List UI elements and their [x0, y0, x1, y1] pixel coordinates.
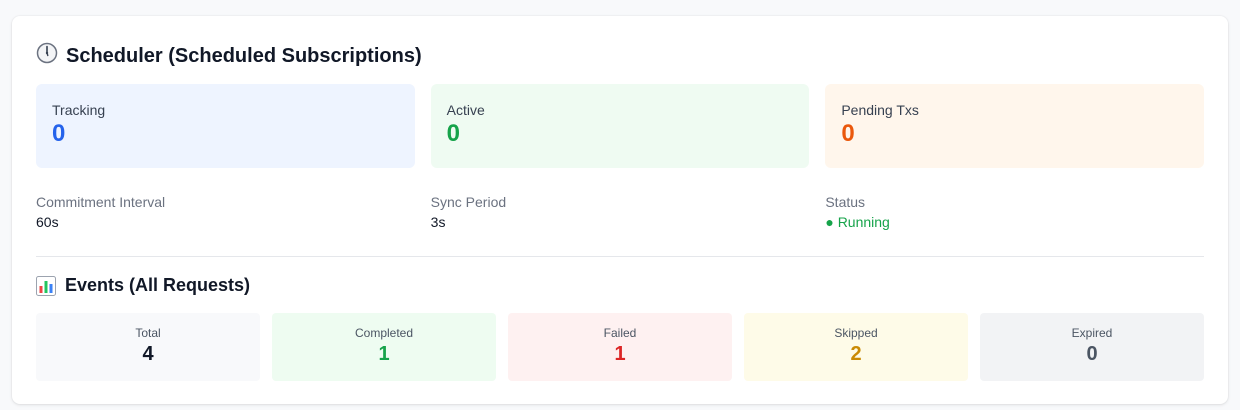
events-stats: Total 4 Completed 1 Failed 1 Skipped 2 E… [36, 313, 1204, 381]
stat-value: 0 [841, 120, 855, 147]
event-value: 1 [614, 343, 626, 365]
status-badge: ● Running [825, 214, 890, 230]
event-label: Skipped [834, 326, 878, 340]
events-title: Events (All Requests) [36, 275, 250, 296]
event-skipped: Skipped 2 [744, 313, 968, 381]
info-label: Commitment Interval [36, 194, 166, 210]
info-sync-period: Sync Period 3s [431, 194, 810, 230]
stat-pending-txs: Pending Txs 0 [825, 84, 1205, 168]
info-commitment-interval: Commitment Interval 60s [36, 194, 415, 230]
stat-label: Tracking [52, 102, 106, 118]
event-total: Total 4 [36, 313, 260, 381]
event-label: Completed [354, 326, 414, 340]
stat-value: 0 [52, 120, 66, 147]
event-label: Failed [603, 326, 637, 340]
scheduler-title: Scheduler (Scheduled Subscriptions) [36, 42, 422, 70]
info-label: Sync Period [430, 194, 507, 210]
scheduler-stats: Tracking 0 Active 0 Pending Txs 0 [36, 84, 1205, 168]
event-value: 1 [378, 343, 390, 365]
info-value: 3s [430, 214, 446, 230]
stat-value: 0 [446, 120, 461, 147]
stat-label: Pending Txs [841, 102, 919, 118]
event-expired: Expired 0 [980, 313, 1204, 381]
event-value: 4 [142, 343, 154, 365]
section-divider [36, 256, 1204, 257]
stat-label: Active [446, 102, 485, 118]
event-completed: Completed 1 [272, 313, 496, 381]
info-label: Status [825, 194, 866, 210]
event-value: 2 [850, 343, 862, 365]
scheduler-title-text: Scheduler (Scheduled Subscriptions) [66, 44, 422, 67]
info-status: Status ● Running [825, 194, 1204, 230]
clock-icon [36, 42, 58, 70]
info-value: 60s [36, 214, 59, 230]
event-label: Total [135, 326, 161, 340]
scheduler-card: Scheduler (Scheduled Subscriptions) Trac… [12, 16, 1228, 404]
event-failed: Failed 1 [508, 313, 732, 381]
event-label: Expired [1071, 326, 1113, 340]
event-value: 0 [1086, 343, 1098, 365]
bar-chart-icon [36, 275, 56, 296]
scheduler-info: Commitment Interval 60s Sync Period 3s S… [36, 194, 1204, 230]
stat-tracking: Tracking 0 [36, 84, 415, 168]
stat-active: Active 0 [430, 84, 810, 168]
events-title-text: Events (All Requests) [65, 275, 251, 295]
